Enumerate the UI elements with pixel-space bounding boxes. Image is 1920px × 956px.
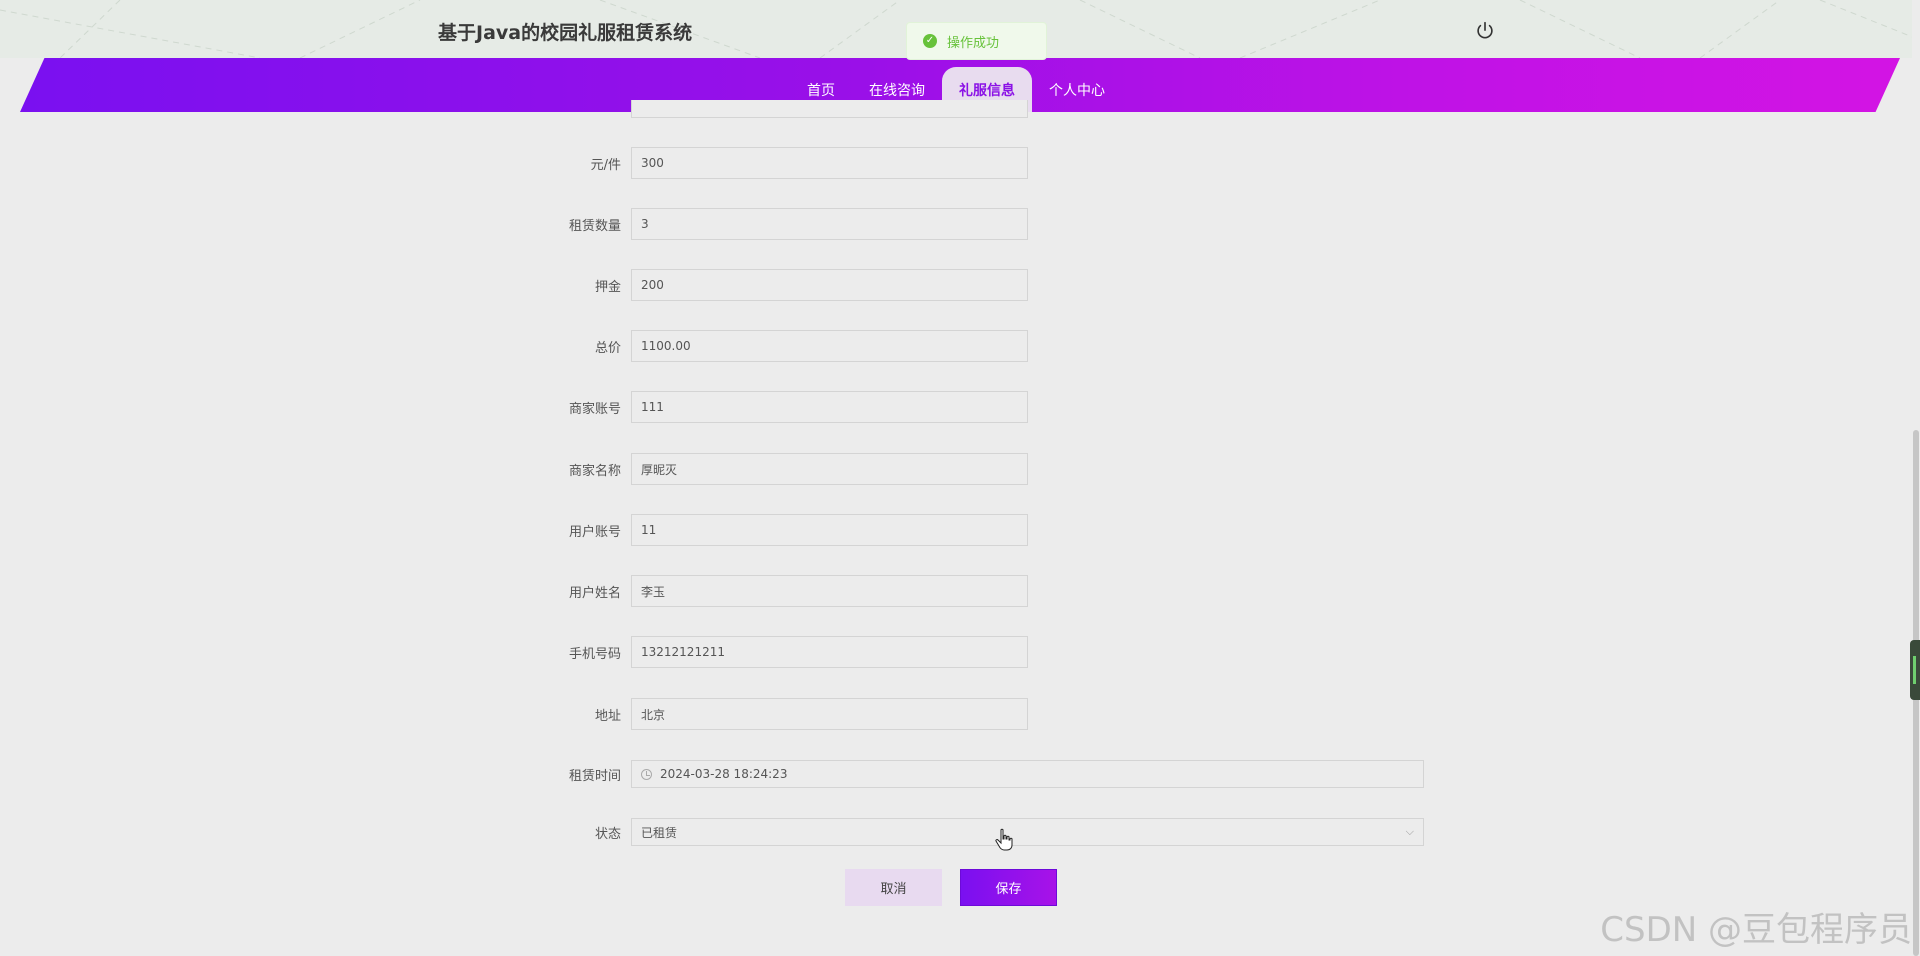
- form-row-user-name: 用户姓名 李玉: [540, 574, 1028, 608]
- merchant-name-input[interactable]: 厚昵灭: [631, 453, 1028, 485]
- merchant-account-input[interactable]: 111: [631, 391, 1028, 423]
- field-label: 用户姓名: [568, 585, 621, 601]
- field-label: 手机号码: [568, 646, 621, 662]
- success-toast: ✓ 操作成功: [906, 22, 1047, 60]
- scrollbar-track[interactable]: [1912, 0, 1920, 956]
- user-account-input[interactable]: 11: [631, 514, 1028, 546]
- cancel-button[interactable]: 取消: [845, 869, 942, 906]
- save-button[interactable]: 保存: [960, 869, 1057, 906]
- rent-time-value: 2024-03-28 18:24:23: [660, 767, 788, 781]
- nav-item-personal-center[interactable]: 个人中心: [1032, 67, 1122, 112]
- rent-time-picker[interactable]: 2024-03-28 18:24:23: [631, 760, 1424, 788]
- form-row-deposit: 押金 200: [540, 268, 1028, 302]
- address-input[interactable]: 北京: [631, 698, 1028, 730]
- total-price-input[interactable]: 1100.00: [631, 330, 1028, 362]
- form-row-status: 状态 已租赁 ⌵: [540, 815, 1424, 849]
- field-label: 押金: [594, 279, 621, 295]
- form-row-merchant-account: 商家账号 111: [540, 390, 1028, 424]
- form-row-user-account: 用户账号 11: [540, 513, 1028, 547]
- status-value: 已租赁: [641, 825, 678, 840]
- toast-message: 操作成功: [947, 35, 1000, 51]
- clock-icon: [641, 768, 652, 780]
- form-row-phone: 手机号码 13212121211: [540, 635, 1028, 669]
- side-widget-tab[interactable]: [1910, 640, 1920, 700]
- field-label: 状态: [594, 826, 621, 842]
- form-row-rent-time: 租赁时间 2024-03-28 18:24:23: [540, 757, 1424, 791]
- form-row-address: 地址 北京: [540, 697, 1028, 731]
- field-label: 租赁时间: [568, 768, 621, 784]
- quantity-input[interactable]: 3: [631, 208, 1028, 240]
- form-row-quantity: 租赁数量 3: [540, 207, 1028, 241]
- power-icon[interactable]: [1474, 20, 1496, 42]
- field-label: 租赁数量: [568, 218, 621, 234]
- status-select[interactable]: 已租赁 ⌵: [631, 818, 1424, 846]
- field-label: 总价: [594, 340, 621, 356]
- user-name-input[interactable]: 李玉: [631, 575, 1028, 607]
- form-field-partial[interactable]: [631, 100, 1028, 118]
- form-row-unit-price: 元/件 300: [540, 146, 1028, 180]
- hand-cursor-icon: [995, 828, 1013, 851]
- field-label: 地址: [594, 708, 621, 724]
- unit-price-input[interactable]: 300: [631, 147, 1028, 179]
- form-row-total-price: 总价 1100.00: [540, 329, 1028, 363]
- watermark: CSDN @豆包程序员: [1600, 910, 1912, 950]
- field-label: 用户账号: [568, 524, 621, 540]
- form-row-merchant-name: 商家名称 厚昵灭: [540, 452, 1028, 486]
- phone-input[interactable]: 13212121211: [631, 636, 1028, 668]
- field-label: 元/件: [590, 157, 621, 173]
- site-title: 基于Java的校园礼服租赁系统: [438, 22, 693, 44]
- chevron-down-icon: ⌵: [1405, 825, 1414, 838]
- field-label: 商家账号: [568, 401, 621, 417]
- field-label: 商家名称: [568, 463, 621, 479]
- check-circle-icon: ✓: [923, 34, 937, 48]
- deposit-input[interactable]: 200: [631, 269, 1028, 301]
